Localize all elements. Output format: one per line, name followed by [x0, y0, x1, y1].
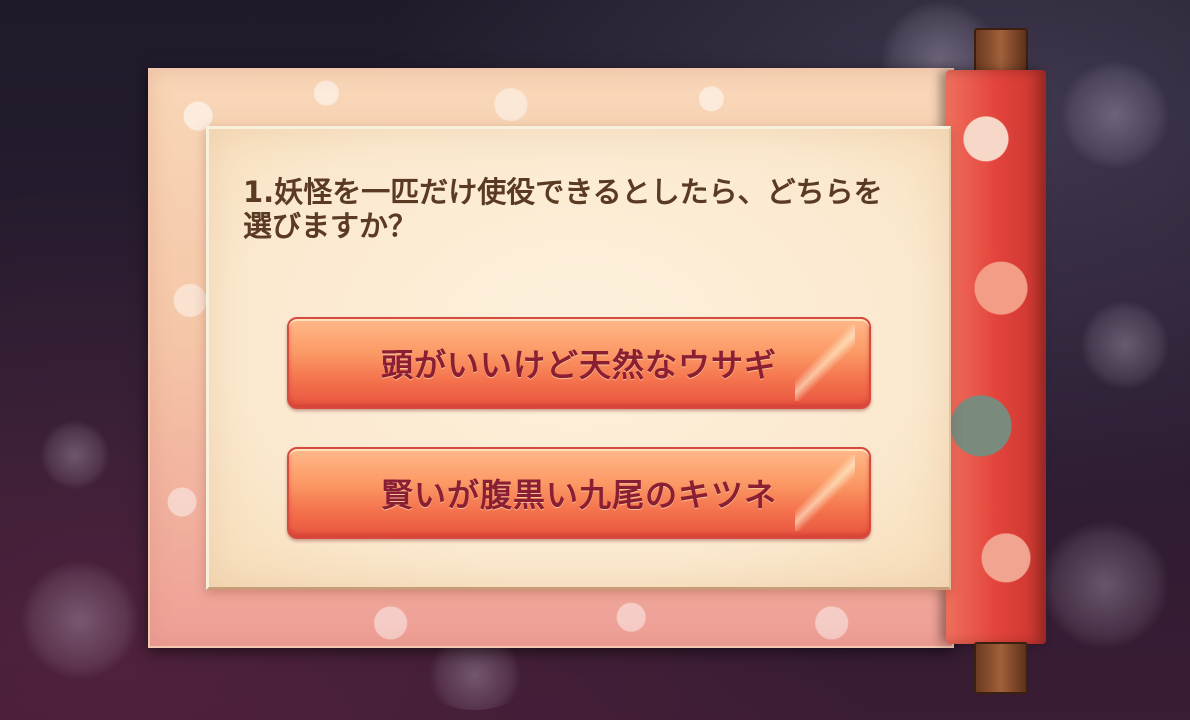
answer-button-fox[interactable]: 賢いが腹黒い九尾のキツネ: [287, 447, 871, 539]
blossom-decoration: [1080, 300, 1170, 390]
question-panel: 1.妖怪を一匹だけ使役できるとしたら、どちらを選びますか？ 頭がいいけど天然なウ…: [206, 126, 951, 590]
question-text: 1.妖怪を一匹だけ使役できるとしたら、どちらを選びますか？: [243, 175, 883, 243]
scroll-rod-bottom: [974, 642, 1028, 694]
blossom-decoration: [420, 640, 530, 710]
scroll-rod-top: [974, 28, 1028, 74]
blossom-decoration: [1060, 60, 1170, 170]
answer-button-rabbit[interactable]: 頭がいいけど天然なウサギ: [287, 317, 871, 409]
blossom-decoration: [1040, 520, 1170, 650]
scroll-roll: [946, 70, 1046, 644]
blossom-decoration: [40, 420, 110, 490]
answer-label: 賢いが腹黒い九尾のキツネ: [380, 476, 777, 514]
blossom-decoration: [20, 560, 140, 680]
answer-label: 頭がいいけど天然なウサギ: [380, 346, 777, 384]
